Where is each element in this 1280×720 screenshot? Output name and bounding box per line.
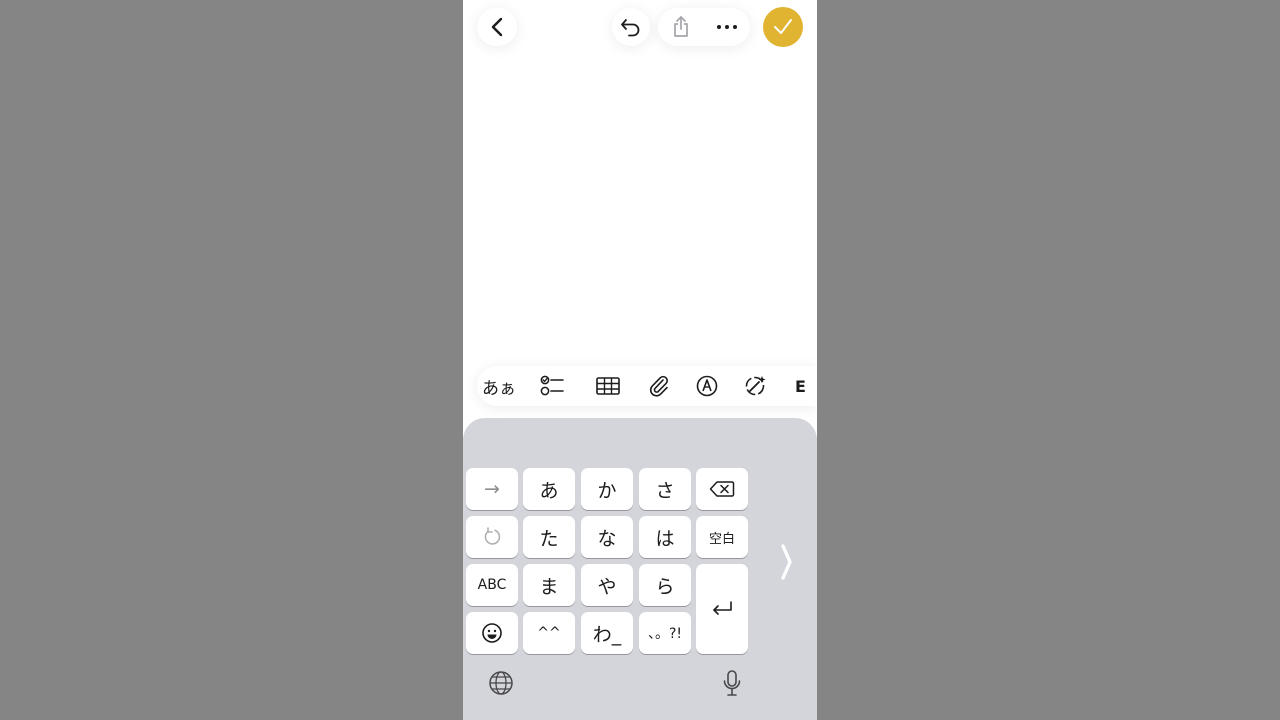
space-key[interactable]: 空白 (696, 516, 748, 558)
key-ta[interactable]: た (523, 516, 575, 558)
undo-key[interactable] (466, 516, 518, 558)
key-ra[interactable]: ら (639, 564, 691, 606)
key-ka[interactable]: か (581, 468, 633, 510)
more-button[interactable] (704, 8, 750, 46)
note-body[interactable] (463, 56, 817, 356)
key-sa[interactable]: さ (639, 468, 691, 510)
chevron-right-icon (781, 544, 792, 580)
attachment-button[interactable] (639, 366, 679, 406)
microphone-button[interactable] (717, 668, 747, 698)
microphone-icon (723, 670, 741, 696)
key-a[interactable]: あ (523, 468, 575, 510)
emoji-key[interactable] (466, 612, 518, 654)
key-na[interactable]: な (581, 516, 633, 558)
writing-tools-icon (745, 376, 766, 396)
chevron-left-icon (491, 17, 503, 37)
table-icon (596, 377, 620, 395)
markup-button[interactable] (687, 366, 727, 406)
keyboard-expand-button[interactable] (775, 542, 797, 582)
undo-button[interactable] (612, 8, 650, 46)
table-button[interactable] (588, 366, 628, 406)
globe-button[interactable] (486, 668, 516, 698)
abc-mode-key[interactable]: ABC (466, 564, 518, 606)
globe-icon (489, 671, 513, 695)
paperclip-icon (649, 375, 668, 397)
delete-key[interactable] (696, 468, 748, 510)
markup-icon (696, 375, 718, 397)
share-button[interactable] (658, 8, 704, 46)
delete-icon (709, 481, 735, 497)
text-format-button[interactable]: あぁ (479, 366, 519, 406)
key-ha[interactable]: は (639, 516, 691, 558)
undo-icon (621, 19, 640, 37)
next-candidate-key[interactable]: → (466, 468, 518, 510)
return-icon (713, 601, 732, 615)
notes-screen: あぁ E → あ か さ た な は 空白 ABC ま や ら ^^ わ_ 、。… (463, 0, 817, 720)
key-wa[interactable]: わ_ (581, 612, 633, 654)
return-key[interactable] (696, 564, 748, 654)
format-toolbar: あぁ E (477, 366, 817, 406)
share-more-group (658, 8, 750, 46)
back-button[interactable] (477, 8, 517, 46)
key-ma[interactable]: ま (523, 564, 575, 606)
japanese-flick-keyboard: → あ か さ た な は 空白 ABC ま や ら ^^ わ_ 、。?! (463, 418, 817, 720)
writing-tools-button[interactable] (735, 366, 775, 406)
checklist-icon (540, 375, 564, 396)
share-icon (674, 16, 688, 37)
key-ya[interactable]: や (581, 564, 633, 606)
ellipsis-icon (717, 25, 737, 29)
emoticon-key[interactable]: ^^ (523, 612, 575, 654)
checkmark-icon (774, 19, 792, 34)
checklist-button[interactable] (533, 366, 573, 406)
format-partial-item[interactable]: E (795, 366, 817, 406)
emoji-icon (482, 623, 502, 643)
punctuation-key[interactable]: 、。?! (639, 612, 691, 654)
done-button[interactable] (763, 7, 803, 47)
undo-circle-icon (484, 527, 501, 545)
